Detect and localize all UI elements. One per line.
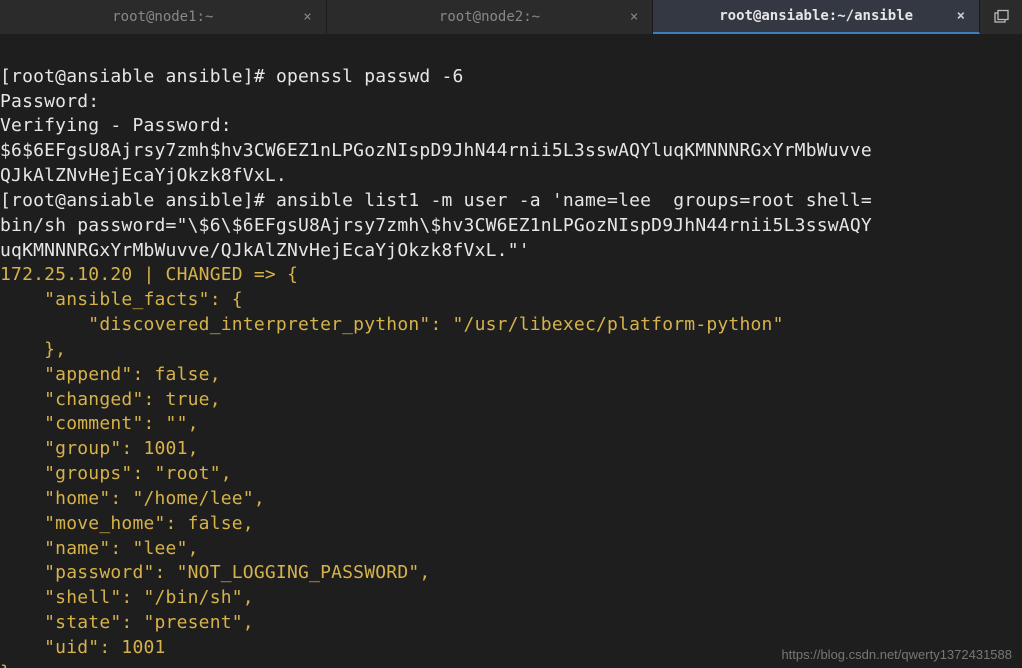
output-line: "groups": "root", — [0, 463, 232, 484]
terminal-line: Password: — [0, 91, 99, 112]
tab-bar: root@node1:~ × root@node2:~ × root@ansia… — [0, 0, 1022, 34]
output-line: "shell": "/bin/sh", — [0, 587, 254, 608]
tab-ansible[interactable]: root@ansiable:~/ansible × — [653, 0, 980, 34]
tab-label: root@node1:~ — [112, 9, 213, 25]
output-line: "state": "present", — [0, 612, 254, 633]
terminal-body[interactable]: [root@ansiable ansible]# openssl passwd … — [0, 34, 1022, 668]
output-line: }, — [0, 339, 66, 360]
output-line: "name": "lee", — [0, 538, 199, 559]
terminal-line: QJkAlZNvHejEcaYjOkzk8fVxL. — [0, 165, 287, 186]
output-line: "password": "NOT_LOGGING_PASSWORD", — [0, 562, 430, 583]
terminal-line: bin/sh password="\$6\$6EFgsU8Ajrsy7zmh\$… — [0, 215, 872, 236]
terminal-line: uqKMNNNRGxYrMbWuvve/QJkAlZNvHejEcaYjOkzk… — [0, 240, 530, 261]
prompt: [root@ansiable ansible]# — [0, 190, 276, 211]
prompt: [root@ansiable ansible]# — [0, 66, 276, 87]
terminal-line: Verifying - Password: — [0, 115, 232, 136]
output-line: "home": "/home/lee", — [0, 488, 265, 509]
close-icon[interactable]: × — [630, 9, 638, 25]
output-line: 172.25.10.20 | CHANGED => { — [0, 264, 298, 285]
watermark: https://blog.csdn.net/qwerty1372431588 — [781, 647, 1012, 662]
tab-node1[interactable]: root@node1:~ × — [0, 0, 327, 34]
new-tab-icon — [993, 9, 1009, 25]
tab-node2[interactable]: root@node2:~ × — [327, 0, 654, 34]
output-line: "ansible_facts": { — [0, 289, 243, 310]
close-icon[interactable]: × — [957, 8, 965, 24]
command: ansible list1 -m user -a 'name=lee group… — [276, 190, 872, 211]
output-line: "comment": "", — [0, 413, 199, 434]
output-line: } — [0, 662, 11, 668]
tab-label: root@node2:~ — [439, 9, 540, 25]
output-line: "append": false, — [0, 364, 221, 385]
output-line: "discovered_interpreter_python": "/usr/l… — [0, 314, 784, 335]
command: openssl passwd -6 — [276, 66, 464, 87]
output-line: "group": 1001, — [0, 438, 199, 459]
terminal-line: $6$6EFgsU8Ajrsy7zmh$hv3CW6EZ1nLPGozNIspD… — [0, 140, 872, 161]
output-line: "changed": true, — [0, 389, 221, 410]
output-line: "uid": 1001 — [0, 637, 166, 658]
close-icon[interactable]: × — [303, 9, 311, 25]
tab-label: root@ansiable:~/ansible — [719, 8, 913, 24]
output-line: "move_home": false, — [0, 513, 254, 534]
new-tab-button[interactable] — [980, 0, 1022, 34]
